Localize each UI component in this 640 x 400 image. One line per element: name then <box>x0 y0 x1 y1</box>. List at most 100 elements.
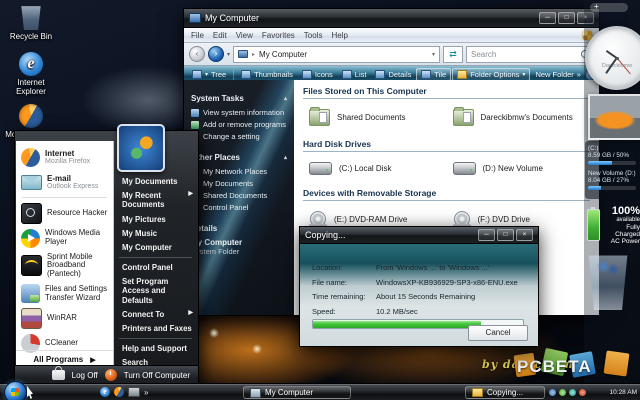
turn-off-button[interactable]: Turn Off Computer <box>124 371 190 380</box>
taskbar-item-my-computer[interactable]: My Computer <box>243 386 351 399</box>
start-item-winrar[interactable]: WinRAR <box>16 306 113 332</box>
quick-launch-ie-icon[interactable]: e <box>100 387 110 397</box>
user-avatar[interactable] <box>117 124 165 172</box>
start-item-email[interactable]: E-mail Outlook Express <box>16 169 113 195</box>
icons-button[interactable]: Icons <box>298 69 337 80</box>
clock-gadget[interactable]: Dareckibmw <box>585 26 640 90</box>
location-label: Location: <box>312 263 376 272</box>
quick-launch-overflow-icon[interactable]: » <box>144 388 148 397</box>
quick-launch-firefox-icon[interactable] <box>114 387 124 397</box>
desktop-icon-recycle-bin[interactable]: Recycle Bin <box>2 4 60 41</box>
start-item-connect-to[interactable]: Connect To ▶ <box>114 307 197 321</box>
computer-icon <box>238 50 248 58</box>
all-programs-button[interactable]: All Programs ▶ <box>16 350 113 364</box>
thumbnails-icon <box>241 70 251 79</box>
views-button[interactable]: ▾ Tree <box>188 69 230 80</box>
dialog-titlebar[interactable]: Copying... ─ □ × <box>300 227 538 244</box>
log-off-button[interactable]: Log Off <box>72 371 98 380</box>
drive-item-d[interactable]: (D:) New Volume <box>447 160 591 177</box>
refresh-button[interactable]: ⇄ <box>443 46 463 63</box>
nav-history-dropdown[interactable]: ▾ <box>227 51 230 58</box>
sidebar-link-control-panel[interactable]: Control Panel <box>191 203 287 212</box>
other-places-header[interactable]: Other Places ▴ <box>191 153 287 162</box>
collapse-icon[interactable]: ▴ <box>284 154 287 161</box>
tray-icon-4[interactable] <box>579 389 586 396</box>
sidebar-link-system-info[interactable]: View system information <box>191 108 287 117</box>
breadcrumb-location: My Computer <box>259 50 307 59</box>
minimize-button[interactable]: ─ <box>539 12 556 24</box>
cancel-button[interactable]: Cancel <box>468 325 528 341</box>
start-item-program-access[interactable]: Set Program Access and Defaults <box>114 274 197 307</box>
search-input[interactable]: Search <box>466 46 594 63</box>
start-button[interactable] <box>4 381 27 400</box>
breadcrumb[interactable]: ▸ My Computer ▾ <box>233 46 440 63</box>
forward-button[interactable]: › <box>208 46 224 62</box>
file-item-user-documents[interactable]: Dareckibmw's Documents <box>447 107 591 128</box>
speed-value: 10.2 MB/sec <box>376 307 418 316</box>
drive-item-c[interactable]: (C:) Local Disk <box>303 160 447 177</box>
menu-file[interactable]: File <box>191 31 204 40</box>
menu-favorites[interactable]: Favorites <box>262 31 295 40</box>
drive-c-bar <box>588 161 636 165</box>
transfer-wizard-icon <box>21 284 40 303</box>
start-menu: Internet Mozilla Firefox E-mail Outlook … <box>14 130 199 385</box>
desktop-icon-internet-explorer[interactable]: e Internet Explorer <box>2 52 60 96</box>
start-item-my-recent-documents[interactable]: My Recent Documents ▶ <box>114 188 197 212</box>
list-button[interactable]: List <box>338 69 371 80</box>
window-titlebar[interactable]: My Computer ─ □ × <box>184 9 599 28</box>
back-button[interactable]: ‹ <box>189 46 205 62</box>
start-item-sprint[interactable]: Sprint Mobile Broadband (Pantech) <box>16 250 113 282</box>
start-item-internet[interactable]: Internet Mozilla Firefox <box>16 145 113 169</box>
location-value: From 'Windows ...' to 'Windows ...' <box>376 263 489 272</box>
breadcrumb-dropdown-icon[interactable]: ▾ <box>432 51 435 58</box>
start-item-resource-hacker[interactable]: Resource Hacker <box>16 200 113 226</box>
details-name: My Computer <box>191 238 287 247</box>
sidebar-link-my-documents[interactable]: My Documents <box>191 179 287 188</box>
sidebar-link-add-remove[interactable]: Add or remove programs <box>191 120 287 129</box>
maximize-button[interactable]: □ <box>497 229 514 241</box>
file-item-shared-documents[interactable]: Shared Documents <box>303 107 447 128</box>
start-item-my-computer[interactable]: My Computer <box>114 241 197 255</box>
menu-help[interactable]: Help <box>331 31 347 40</box>
system-tasks-header[interactable]: System Tasks ▴ <box>191 94 287 103</box>
taskbar-item-copying[interactable]: Copying... <box>465 386 545 399</box>
sidebar-link-change-setting[interactable]: Change a setting <box>191 132 287 141</box>
start-item-help[interactable]: Help and Support <box>114 341 197 355</box>
details-header[interactable]: Details <box>191 224 287 233</box>
taskbar-clock[interactable]: 10:28 AM <box>610 389 637 396</box>
maximize-button[interactable]: □ <box>558 12 575 24</box>
menu-edit[interactable]: Edit <box>213 31 227 40</box>
tray-icon-2[interactable] <box>559 389 566 396</box>
drive-meter-gadget[interactable]: (C:) 8.59 GB / 50% New Volume (D:) 8.04 … <box>585 141 639 199</box>
show-desktop-icon[interactable] <box>128 387 140 397</box>
all-programs-arrow-icon: ▶ <box>90 356 95 364</box>
menu-view[interactable]: View <box>236 31 253 40</box>
start-item-my-pictures[interactable]: My Pictures <box>114 212 197 226</box>
tray-icon-3[interactable] <box>569 389 576 396</box>
sidebar-add-gadget-button[interactable]: + <box>590 3 628 12</box>
close-button[interactable]: × <box>516 229 533 241</box>
start-item-my-music[interactable]: My Music <box>114 226 197 240</box>
photo-gadget[interactable] <box>588 94 640 140</box>
collapse-icon[interactable]: ▴ <box>284 95 287 102</box>
group-title-hard-disks: Hard Disk Drives <box>303 139 590 152</box>
toolbar-overflow-icon[interactable]: » <box>577 70 581 79</box>
start-item-control-panel[interactable]: Control Panel <box>114 260 197 274</box>
start-item-printers[interactable]: Printers and Faxes <box>114 322 197 336</box>
folder-options-dropdown-icon: ▾ <box>522 71 525 78</box>
new-folder-button[interactable]: New Folder » <box>531 69 585 80</box>
battery-gadget[interactable]: 100% available Fully Charged AC Power <box>587 203 640 247</box>
details-button[interactable]: Details <box>371 69 415 80</box>
start-item-transfer-wizard[interactable]: Files and Settings Transfer Wizard <box>16 282 113 306</box>
thumbnails-button[interactable]: Thumbnails <box>237 69 297 80</box>
start-item-my-documents[interactable]: My Documents <box>114 174 197 188</box>
sidebar-link-network-places[interactable]: My Network Places <box>191 167 287 176</box>
start-item-media-player[interactable]: Windows Media Player <box>16 226 113 250</box>
desktop: Recycle Bin e Internet Explorer Mozilla … <box>0 0 640 400</box>
group-title-files: Files Stored on This Computer <box>303 86 590 99</box>
minimize-button[interactable]: ─ <box>478 229 495 241</box>
sidebar-link-shared-documents[interactable]: Shared Documents <box>191 191 287 200</box>
group-title-removable: Devices with Removable Storage <box>303 188 590 201</box>
menu-tools[interactable]: Tools <box>304 31 323 40</box>
tray-icon-1[interactable] <box>549 389 556 396</box>
